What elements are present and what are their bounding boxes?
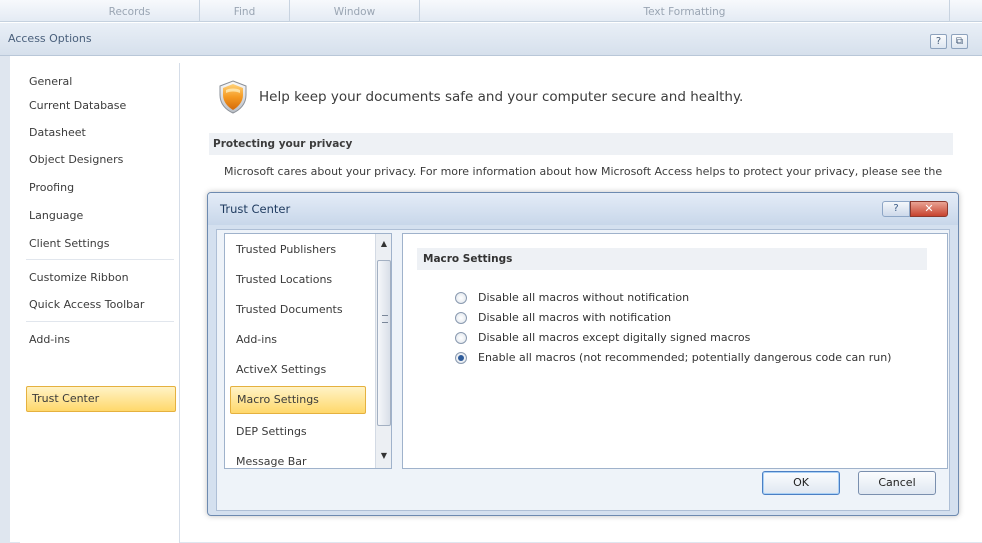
ribbon-strip: Records Find Window Text Formatting — [0, 0, 982, 22]
dialog-help-button[interactable]: ? — [882, 201, 910, 217]
category-add-ins[interactable]: Add-ins — [230, 326, 366, 354]
privacy-section-header: Protecting your privacy — [209, 133, 953, 155]
shield-icon — [219, 80, 247, 114]
nav-item-object-designers[interactable]: Object Designers — [24, 147, 174, 173]
ribbon-group-text-formatting[interactable]: Text Formatting — [420, 0, 950, 22]
macro-settings-panel: Macro Settings Disable all macros withou… — [402, 233, 948, 469]
nav-item-datasheet[interactable]: Datasheet — [24, 120, 174, 146]
nav-item-language[interactable]: Language — [24, 203, 174, 229]
category-trusted-documents[interactable]: Trusted Documents — [230, 296, 366, 324]
category-message-bar[interactable]: Message Bar — [230, 448, 366, 468]
radio-button[interactable] — [455, 292, 467, 304]
ribbon-group-find[interactable]: Find — [200, 0, 290, 22]
window-restore-button[interactable]: ⧉ — [951, 34, 968, 49]
help-text: Help keep your documents safe and your c… — [259, 89, 744, 105]
nav-item-general[interactable]: General — [24, 69, 174, 95]
access-options-titlebar: Access Options ? ⧉ — [0, 22, 982, 56]
ok-button[interactable]: OK — [762, 471, 840, 495]
category-activex-settings[interactable]: ActiveX Settings — [230, 356, 366, 384]
nav-item-trust-center[interactable]: Trust Center — [26, 386, 176, 412]
window-title: Access Options — [8, 32, 92, 45]
trust-center-titlebar: Trust Center ? ✕ — [208, 193, 958, 225]
trust-center-dialog: Trust Center ? ✕ Trusted Publishers Trus… — [207, 192, 959, 516]
category-trusted-publishers[interactable]: Trusted Publishers — [230, 236, 366, 264]
category-dep-settings[interactable]: DEP Settings — [230, 418, 366, 446]
scroll-down-arrow-icon[interactable]: ▼ — [376, 448, 391, 464]
scrollbar-thumb[interactable] — [377, 260, 391, 426]
category-scrollbar[interactable]: ▲ ▼ — [375, 234, 391, 468]
ribbon-group-records[interactable]: Records — [60, 0, 200, 22]
radio-button[interactable] — [455, 312, 467, 324]
nav-item-quick-access-toolbar[interactable]: Quick Access Toolbar — [24, 292, 174, 318]
options-nav: General Current Database Datasheet Objec… — [20, 63, 180, 543]
nav-divider — [26, 321, 174, 322]
nav-item-current-database[interactable]: Current Database — [24, 93, 174, 119]
trust-center-title: Trust Center — [220, 202, 291, 216]
nav-item-customize-ribbon[interactable]: Customize Ribbon — [24, 265, 174, 291]
privacy-text: Microsoft cares about your privacy. For … — [224, 165, 944, 178]
scroll-up-arrow-icon[interactable]: ▲ — [376, 236, 391, 252]
nav-item-proofing[interactable]: Proofing — [24, 175, 174, 201]
radio-button-selected[interactable] — [455, 352, 467, 364]
nav-item-client-settings[interactable]: Client Settings — [24, 231, 174, 257]
ribbon-group-window[interactable]: Window — [290, 0, 420, 22]
nav-item-add-ins[interactable]: Add-ins — [24, 327, 174, 353]
grip-icon — [382, 315, 388, 323]
nav-divider — [26, 259, 174, 260]
category-macro-settings[interactable]: Macro Settings — [230, 386, 366, 414]
category-trusted-locations[interactable]: Trusted Locations — [230, 266, 366, 294]
macro-settings-header: Macro Settings — [417, 248, 927, 270]
window-help-button[interactable]: ? — [930, 34, 947, 49]
cancel-button[interactable]: Cancel — [858, 471, 936, 495]
radio-button[interactable] — [455, 332, 467, 344]
dialog-close-button[interactable]: ✕ — [910, 201, 948, 217]
trust-center-category-list: Trusted Publishers Trusted Locations Tru… — [224, 233, 392, 469]
